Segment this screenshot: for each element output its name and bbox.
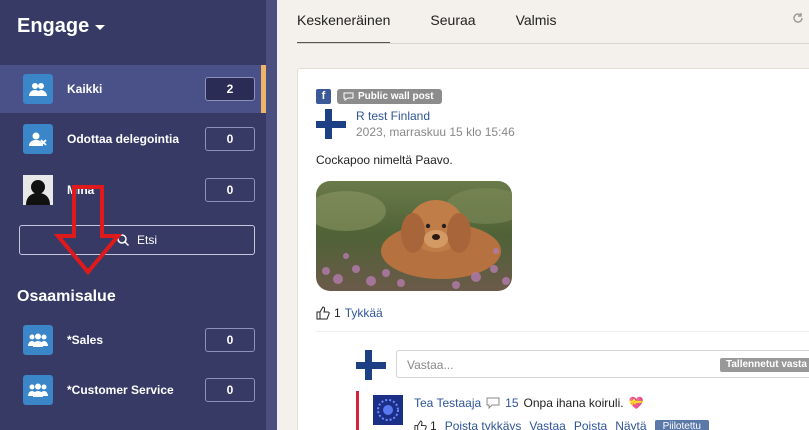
- count-badge: 0: [205, 378, 255, 402]
- brand-title: Engage: [17, 15, 90, 37]
- source-badge: Public wall post: [337, 89, 442, 104]
- heart-emoji: 💝: [628, 396, 644, 410]
- post-text: Cockapoo nimeltä Paavo.: [316, 153, 453, 167]
- finland-flag-avatar: [316, 109, 346, 139]
- count-badge: 0: [205, 178, 255, 202]
- sidebar-item-mina[interactable]: Minä 0: [0, 166, 266, 214]
- group-icon: [23, 325, 53, 355]
- comment-reply-count[interactable]: 15: [505, 396, 518, 410]
- saved-replies-button[interactable]: Tallennetut vasta: [720, 358, 809, 372]
- comment-count-icon: [486, 397, 500, 409]
- sidebar-item-label: *Sales: [67, 333, 104, 347]
- sidebar-item-odottaa-delegointia[interactable]: Odottaa delegointia 0: [0, 115, 266, 163]
- comment-avatar: [373, 395, 403, 425]
- count-badge: 0: [205, 127, 255, 151]
- refresh-icon[interactable]: [792, 12, 804, 27]
- finland-flag-avatar: [356, 350, 386, 380]
- comment-text: Onpa ihana koiruli.: [523, 396, 624, 410]
- comment-alert-bar: [356, 391, 359, 430]
- source-badge-label: Public wall post: [358, 91, 434, 102]
- section-title: Osaamisalue: [17, 288, 116, 305]
- comment-like: 1: [414, 419, 437, 430]
- sidebar: Engage Kaikki 2 Odottaa delegointia 0 Mi…: [0, 0, 266, 430]
- tab-bar: Keskeneräinen Seuraa Valmis: [297, 0, 597, 44]
- brand-menu[interactable]: Engage: [17, 15, 106, 38]
- comment-like-count: 1: [430, 419, 437, 430]
- sidebar-item-label: *Customer Service: [67, 383, 174, 397]
- show-button[interactable]: Näytä: [615, 419, 646, 430]
- sidebar-item-label: Kaikki: [67, 82, 103, 96]
- comment-actions: 1 Poista tykkäys Vastaa Poista Näytä Pii…: [414, 419, 709, 430]
- speech-bubble-icon: [343, 92, 354, 101]
- facebook-icon: f: [316, 89, 331, 104]
- thumbs-up-icon: [414, 419, 427, 430]
- delete-button[interactable]: Poista: [574, 419, 607, 430]
- tab-seuraa[interactable]: Seuraa: [430, 0, 475, 44]
- post-author[interactable]: R test Finland: [356, 109, 430, 123]
- post-divider: [316, 331, 809, 332]
- group-icon: [23, 375, 53, 405]
- users-icon: [23, 74, 53, 104]
- sidebar-item-customer-service[interactable]: *Customer Service 0: [0, 366, 266, 414]
- unlike-button[interactable]: Poista tykkäys: [445, 419, 522, 430]
- user-remove-icon: [23, 124, 53, 154]
- reply-button[interactable]: Vastaa: [529, 419, 565, 430]
- like-count: 1: [334, 306, 341, 320]
- sidebar-item-sales[interactable]: *Sales 0: [0, 316, 266, 364]
- caret-down-icon: [95, 25, 106, 30]
- post-card: f Public wall post R test Finland 2023, …: [297, 68, 809, 430]
- thumbs-up-icon: [316, 306, 330, 320]
- post-image-dog[interactable]: [316, 181, 512, 291]
- post-timestamp: 2023, marraskuu 15 klo 15:46: [356, 125, 515, 139]
- sidebar-item-kaikki[interactable]: Kaikki 2: [0, 65, 266, 113]
- sidebar-edge: [266, 0, 277, 430]
- tab-divider: [297, 43, 809, 44]
- hidden-status-badge: Piilotettu: [654, 419, 709, 430]
- count-badge: 0: [205, 328, 255, 352]
- search-label: Etsi: [136, 233, 157, 247]
- tab-valmis[interactable]: Valmis: [516, 0, 557, 44]
- count-badge: 2: [205, 77, 255, 101]
- sidebar-item-label: Odottaa delegointia: [67, 132, 180, 146]
- like-button[interactable]: Tykkää: [345, 306, 383, 320]
- comment-author[interactable]: Tea Testaaja: [414, 396, 481, 410]
- tab-keskenerainen[interactable]: Keskeneräinen: [297, 0, 391, 44]
- like-row: 1 Tykkää: [316, 306, 383, 320]
- user-avatar: [23, 175, 53, 205]
- comment-header: Tea Testaaja 15 Onpa ihana koiruli. 💝: [414, 396, 644, 410]
- red-arrow-annotation: [53, 185, 123, 276]
